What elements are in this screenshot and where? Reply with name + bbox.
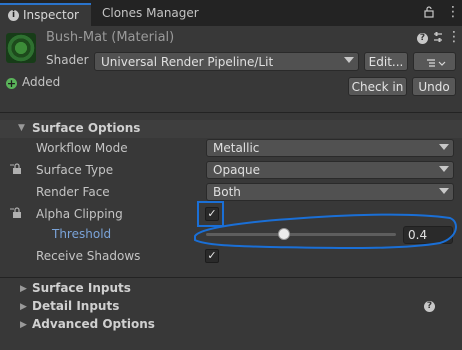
annotation-overlay xyxy=(194,201,457,250)
annotation-box-alpha-clipping xyxy=(197,201,224,227)
annotation-loop-threshold xyxy=(194,213,457,250)
